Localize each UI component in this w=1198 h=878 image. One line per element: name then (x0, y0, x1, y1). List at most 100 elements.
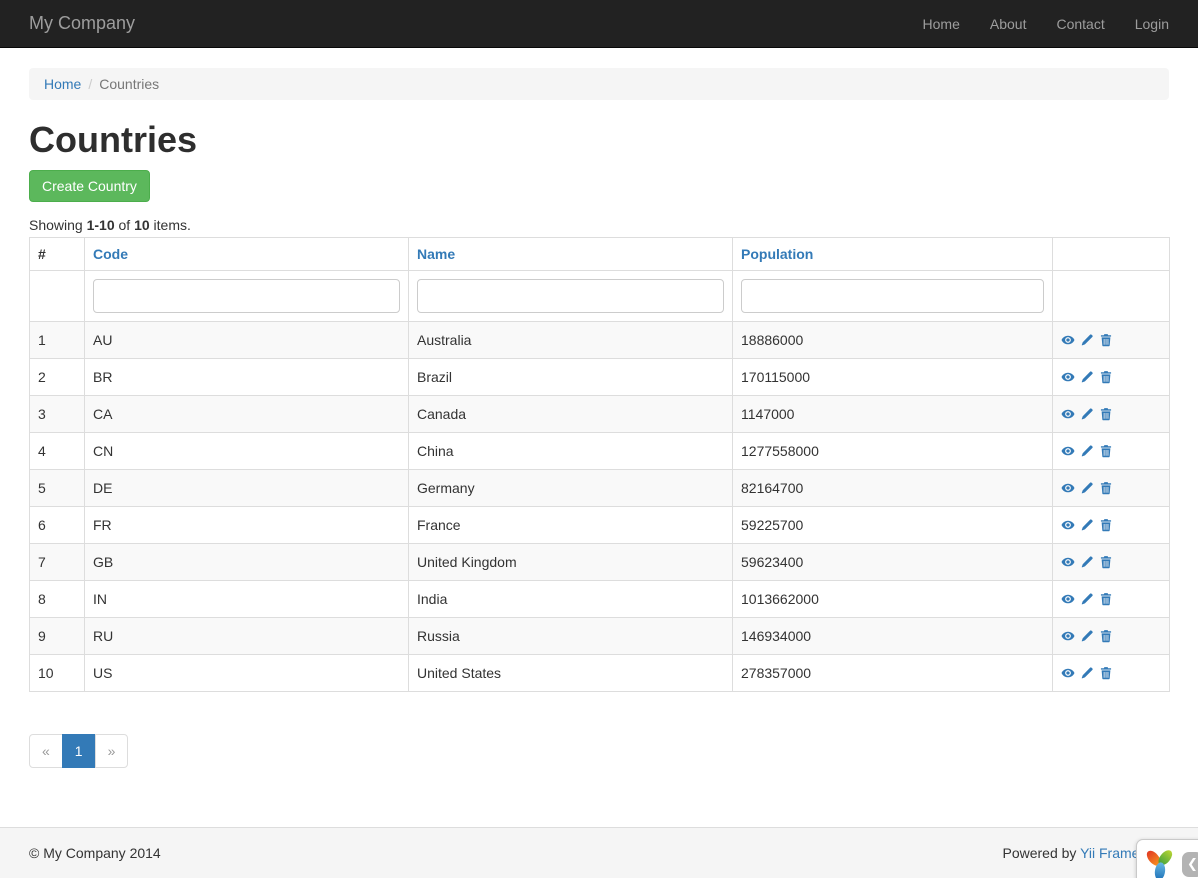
view-button[interactable] (1061, 406, 1075, 422)
view-button[interactable] (1061, 517, 1075, 533)
pencil-icon (1080, 407, 1094, 421)
update-button[interactable] (1080, 369, 1094, 385)
breadcrumb-current: Countries (99, 76, 159, 92)
cell-actions (1053, 433, 1170, 470)
pencil-icon (1080, 555, 1094, 569)
table-body: 1AUAustralia188860002BRBrazil1701150003C… (30, 322, 1170, 692)
nav-item-contact[interactable]: Contact (1041, 2, 1119, 46)
debug-toolbar: ❮ (1136, 839, 1198, 878)
pencil-icon (1080, 518, 1094, 532)
update-button[interactable] (1080, 406, 1094, 422)
delete-button[interactable] (1099, 665, 1113, 681)
cell-name: United Kingdom (409, 544, 733, 581)
breadcrumb: Home / Countries (29, 68, 1169, 100)
delete-button[interactable] (1099, 591, 1113, 607)
cell-name: France (409, 507, 733, 544)
view-button[interactable] (1061, 480, 1075, 496)
nav-link-contact[interactable]: Contact (1041, 2, 1119, 46)
update-button[interactable] (1080, 628, 1094, 644)
cell-index: 5 (30, 470, 85, 507)
create-country-button[interactable]: Create Country (29, 170, 150, 202)
cell-code: GB (85, 544, 409, 581)
view-button[interactable] (1061, 665, 1075, 681)
pagination-prev-link[interactable]: « (29, 734, 63, 768)
delete-button[interactable] (1099, 443, 1113, 459)
name-filter-input[interactable] (417, 279, 724, 313)
update-button[interactable] (1080, 554, 1094, 570)
footer: © My Company 2014 Powered by Yii Framewo… (0, 827, 1198, 878)
cell-name: India (409, 581, 733, 618)
eye-icon (1061, 518, 1075, 532)
cell-code: BR (85, 359, 409, 396)
pagination-page-1-link[interactable]: 1 (62, 734, 96, 768)
cell-index: 10 (30, 655, 85, 692)
cell-code: CN (85, 433, 409, 470)
cell-population: 1147000 (733, 396, 1053, 433)
table-row: 9RURussia146934000 (30, 618, 1170, 655)
delete-button[interactable] (1099, 480, 1113, 496)
summary-range: 1-10 (87, 217, 115, 233)
update-button[interactable] (1080, 591, 1094, 607)
cell-index: 2 (30, 359, 85, 396)
pagination-page-1[interactable]: 1 (63, 734, 96, 768)
summary-prefix: Showing (29, 217, 87, 233)
col-header-actions (1053, 238, 1170, 271)
update-button[interactable] (1080, 517, 1094, 533)
view-button[interactable] (1061, 332, 1075, 348)
cell-name: Canada (409, 396, 733, 433)
view-button[interactable] (1061, 554, 1075, 570)
breadcrumb-home[interactable]: Home (44, 76, 81, 92)
update-button[interactable] (1080, 443, 1094, 459)
cell-population: 59623400 (733, 544, 1053, 581)
table-row: 6FRFrance59225700 (30, 507, 1170, 544)
view-button[interactable] (1061, 443, 1075, 459)
cell-index: 7 (30, 544, 85, 581)
pagination-prev[interactable]: « (29, 734, 63, 768)
nav-item-home[interactable]: Home (908, 2, 975, 46)
update-button[interactable] (1080, 480, 1094, 496)
nav-link-login[interactable]: Login (1120, 2, 1184, 46)
sort-code-link[interactable]: Code (93, 246, 128, 262)
view-button[interactable] (1061, 591, 1075, 607)
update-button[interactable] (1080, 665, 1094, 681)
view-button[interactable] (1061, 628, 1075, 644)
delete-button[interactable] (1099, 554, 1113, 570)
page-title: Countries (29, 120, 1169, 160)
cell-code: RU (85, 618, 409, 655)
nav-item-about[interactable]: About (975, 2, 1042, 46)
population-filter-input[interactable] (741, 279, 1044, 313)
trash-icon (1099, 333, 1113, 347)
sort-name-link[interactable]: Name (417, 246, 455, 262)
breadcrumb-home-link[interactable]: Home (44, 76, 81, 92)
cell-population: 278357000 (733, 655, 1053, 692)
delete-button[interactable] (1099, 517, 1113, 533)
grid-summary: Showing 1-10 of 10 items. (29, 217, 1169, 233)
delete-button[interactable] (1099, 332, 1113, 348)
code-filter-input[interactable] (93, 279, 400, 313)
table-row: 7GBUnited Kingdom59623400 (30, 544, 1170, 581)
footer-copyright: © My Company 2014 (29, 845, 161, 861)
delete-button[interactable] (1099, 628, 1113, 644)
chevron-left-icon: ❮ (1187, 857, 1198, 872)
table-row: 1AUAustralia18886000 (30, 322, 1170, 359)
pagination-next[interactable]: » (96, 734, 129, 768)
sort-population-link[interactable]: Population (741, 246, 813, 262)
eye-icon (1061, 370, 1075, 384)
eye-icon (1061, 666, 1075, 680)
eye-icon (1061, 407, 1075, 421)
update-button[interactable] (1080, 332, 1094, 348)
delete-button[interactable] (1099, 369, 1113, 385)
nav-item-login[interactable]: Login (1120, 2, 1184, 46)
pagination-next-link[interactable]: » (95, 734, 129, 768)
navbar-brand[interactable]: My Company (29, 13, 135, 34)
summary-suffix: items. (150, 217, 191, 233)
nav-link-home[interactable]: Home (908, 2, 975, 46)
debug-toolbar-toggle-button[interactable]: ❮ (1182, 852, 1198, 877)
cell-index: 4 (30, 433, 85, 470)
powered-by-text: Powered by (1002, 845, 1080, 861)
view-button[interactable] (1061, 369, 1075, 385)
table-row: 4CNChina1277558000 (30, 433, 1170, 470)
delete-button[interactable] (1099, 406, 1113, 422)
nav-link-about[interactable]: About (975, 2, 1042, 46)
eye-icon (1061, 629, 1075, 643)
